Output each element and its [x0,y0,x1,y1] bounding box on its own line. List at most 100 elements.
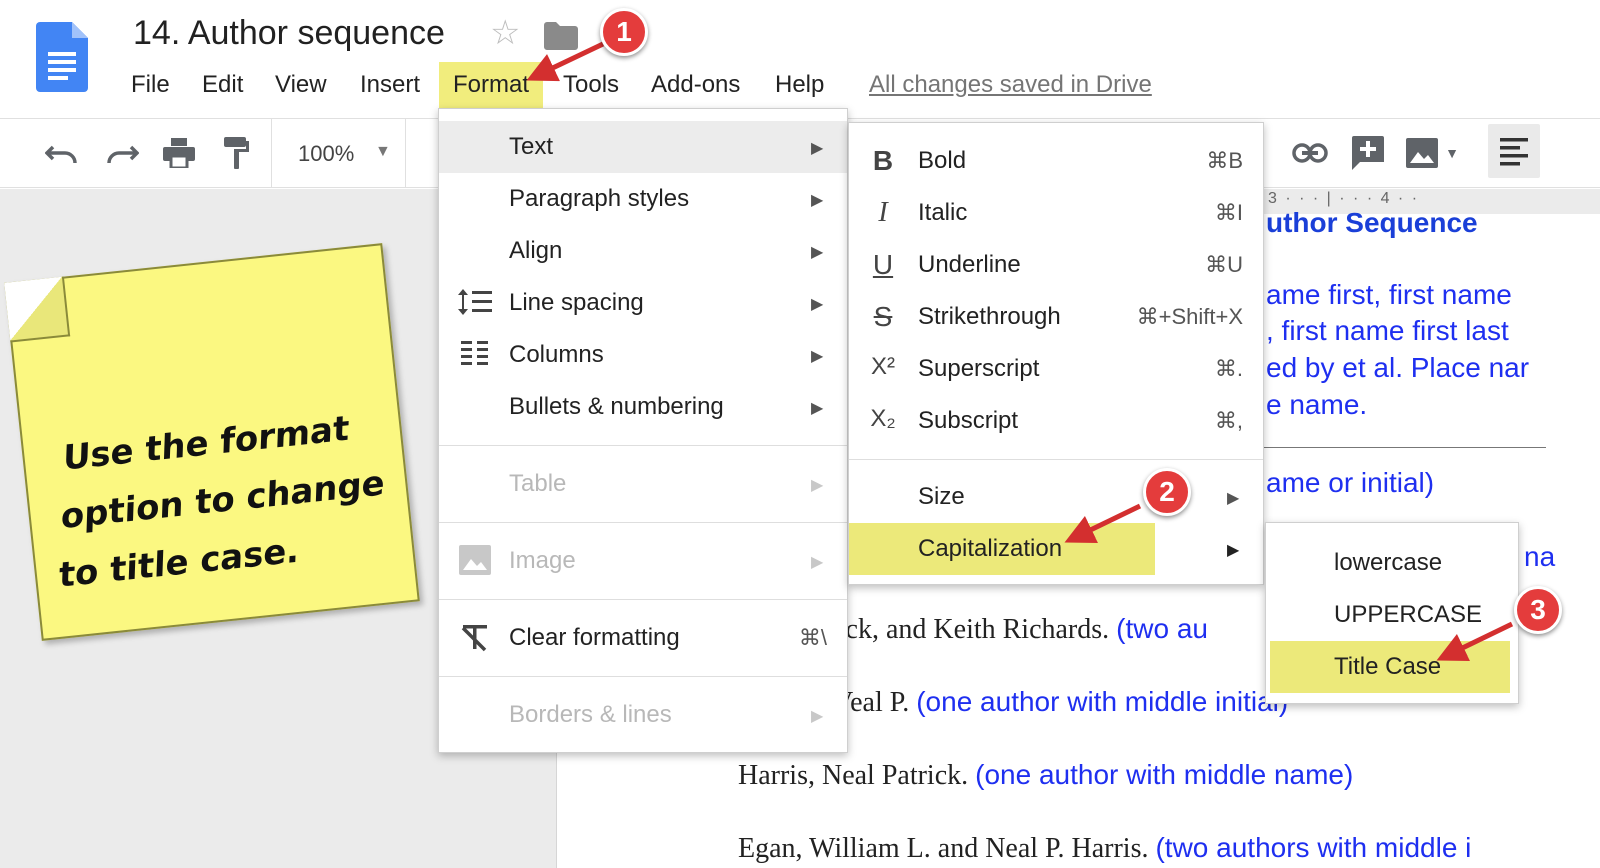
sticky-note: Use the format option to change to title… [4,243,420,641]
menu-item-label: lowercase [1334,549,1443,576]
doc-line[interactable]: ame or initial) [1266,467,1434,499]
menu-format[interactable]: Format [439,62,544,114]
google-docs-logo-icon[interactable] [36,22,88,92]
menu-item-label: Paragraph styles [509,185,690,212]
format-menu-table[interactable]: Table ▶ [439,458,847,510]
shortcut-label: ⌘, [1214,408,1243,433]
menu-item-label: Clear formatting [509,624,680,651]
text-menu-bold[interactable]: B Bold ⌘B [849,135,1263,187]
menu-divider [439,676,847,677]
zoom-caret-icon[interactable]: ▼ [375,143,391,161]
menu-item-label: Columns [509,341,604,368]
menu-item-label: Superscript [918,355,1040,382]
doc-heading[interactable]: uthor Sequence [1266,207,1478,239]
shortcut-label: ⌘U [1205,252,1243,277]
doc-entry[interactable]: Veal P. (one author with middle initial) [833,686,1288,719]
image-icon [455,545,495,582]
format-menu-borders-lines[interactable]: Borders & lines ▶ [439,689,847,741]
image-dropdown-caret-icon[interactable]: ▼ [1440,133,1464,173]
menu-item-label: Image [509,547,576,574]
menu-item-label: Strikethrough [918,303,1061,330]
doc-line[interactable]: ed by et al. Place nar [1266,352,1529,384]
format-menu-text[interactable]: Text ▶ [439,121,847,173]
menu-edit[interactable]: Edit [202,68,243,102]
format-menu-clear-formatting[interactable]: Clear formatting ⌘\ [439,612,847,664]
text-menu-size[interactable]: Size ▶ [849,471,1263,523]
shortcut-label: ⌘B [1206,148,1243,173]
paint-format-icon[interactable] [214,133,258,173]
format-menu-bullets-numbering[interactable]: Bullets & numbering ▶ [439,381,847,433]
submenu-arrow-icon: ▶ [811,708,824,725]
menu-insert[interactable]: Insert [360,68,420,102]
menu-view[interactable]: View [275,68,327,102]
entry-note: (one author with middle name) [975,759,1354,790]
step-marker-3: 3 [1514,586,1562,634]
cap-menu-title-case[interactable]: Title Case [1270,641,1510,693]
link-icon[interactable] [1288,133,1332,173]
submenu-arrow-icon: ▶ [811,348,824,365]
text-menu-strikethrough[interactable]: S Strikethrough ⌘+Shift+X [849,291,1263,343]
ruler[interactable]: 3 · · · | · · · 4 · · [1268,190,1419,208]
menu-help[interactable]: Help [775,68,824,102]
menu-divider [439,599,847,600]
cap-menu-lowercase[interactable]: lowercase [1266,537,1518,589]
line-spacing-icon [455,287,495,324]
entry-note: (two authors with middle i [1155,832,1472,863]
menu-divider [849,459,1263,460]
step-marker-1: 1 [600,8,648,56]
format-menu: Text ▶ Paragraph styles ▶ Align ▶ Line s… [438,108,848,753]
doc-line[interactable]: e name. [1266,389,1367,421]
format-menu-columns[interactable]: Columns ▶ [439,329,847,381]
menu-item-label: UPPERCASE [1334,601,1483,628]
doc-entry[interactable]: Egan, William L. and Neal P. Harris. (tw… [738,832,1471,865]
star-icon[interactable]: ☆ [490,16,520,50]
format-menu-image[interactable]: Image ▶ [439,535,847,587]
doc-line[interactable]: ame first, first name [1266,279,1512,311]
insert-image-icon[interactable] [1400,133,1444,173]
strikethrough-icon: S [873,301,893,332]
step-marker-2: 2 [1143,468,1191,516]
insert-comment-icon[interactable] [1346,133,1390,173]
doc-entry[interactable]: lick, and Keith Richards. (two au [830,613,1208,646]
text-menu-subscript[interactable]: X₂ Subscript ⌘, [849,395,1263,447]
cap-menu-uppercase[interactable]: UPPERCASE [1266,589,1518,641]
italic-icon: I [878,197,888,228]
format-menu-line-spacing[interactable]: Line spacing ▶ [439,277,847,329]
submenu-arrow-icon: ▶ [811,192,824,209]
text-menu-underline[interactable]: U Underline ⌘U [849,239,1263,291]
print-icon[interactable] [157,133,201,173]
doc-entry[interactable]: Harris, Neal Patrick. (one author with m… [738,759,1353,792]
saved-status-link[interactable]: All changes saved in Drive [869,68,1152,102]
zoom-select[interactable]: 100% [298,141,354,167]
menu-file[interactable]: File [131,68,170,102]
document-title[interactable]: 14. Author sequence [133,14,445,53]
format-menu-paragraph-styles[interactable]: Paragraph styles ▶ [439,173,847,225]
menu-item-label: Italic [918,199,968,226]
undo-icon[interactable] [40,133,84,173]
menu-item-label: Capitalization [918,535,1063,562]
menu-addons[interactable]: Add-ons [651,68,740,102]
doc-line[interactable]: na [1524,541,1555,573]
submenu-arrow-icon: ▶ [1227,542,1240,559]
doc-line[interactable]: , first name first last [1266,315,1509,347]
entry-text: Egan, William L. and Neal P. Harris. [738,833,1156,864]
shortcut-label: ⌘\ [798,625,827,650]
text-menu-superscript[interactable]: X² Superscript ⌘. [849,343,1263,395]
submenu-arrow-icon: ▶ [811,140,824,157]
submenu-arrow-icon: ▶ [811,244,824,261]
menu-item-label: Table [509,470,567,497]
menu-divider [439,445,847,446]
sticky-fold [4,276,71,343]
folder-icon[interactable] [544,22,578,50]
format-menu-align[interactable]: Align ▶ [439,225,847,277]
text-submenu: B Bold ⌘B I Italic ⌘I U Underline ⌘U S S… [848,122,1264,585]
text-menu-capitalization[interactable]: Capitalization ▶ [849,523,1263,575]
menu-item-label: Underline [918,251,1021,278]
redo-icon[interactable] [100,133,144,173]
menu-tools[interactable]: Tools [563,68,619,102]
shortcut-label: ⌘+Shift+X [1136,304,1243,329]
bold-icon: B [872,145,894,176]
align-left-icon[interactable] [1488,124,1540,178]
text-menu-italic[interactable]: I Italic ⌘I [849,187,1263,239]
underline-icon: U [872,249,894,280]
